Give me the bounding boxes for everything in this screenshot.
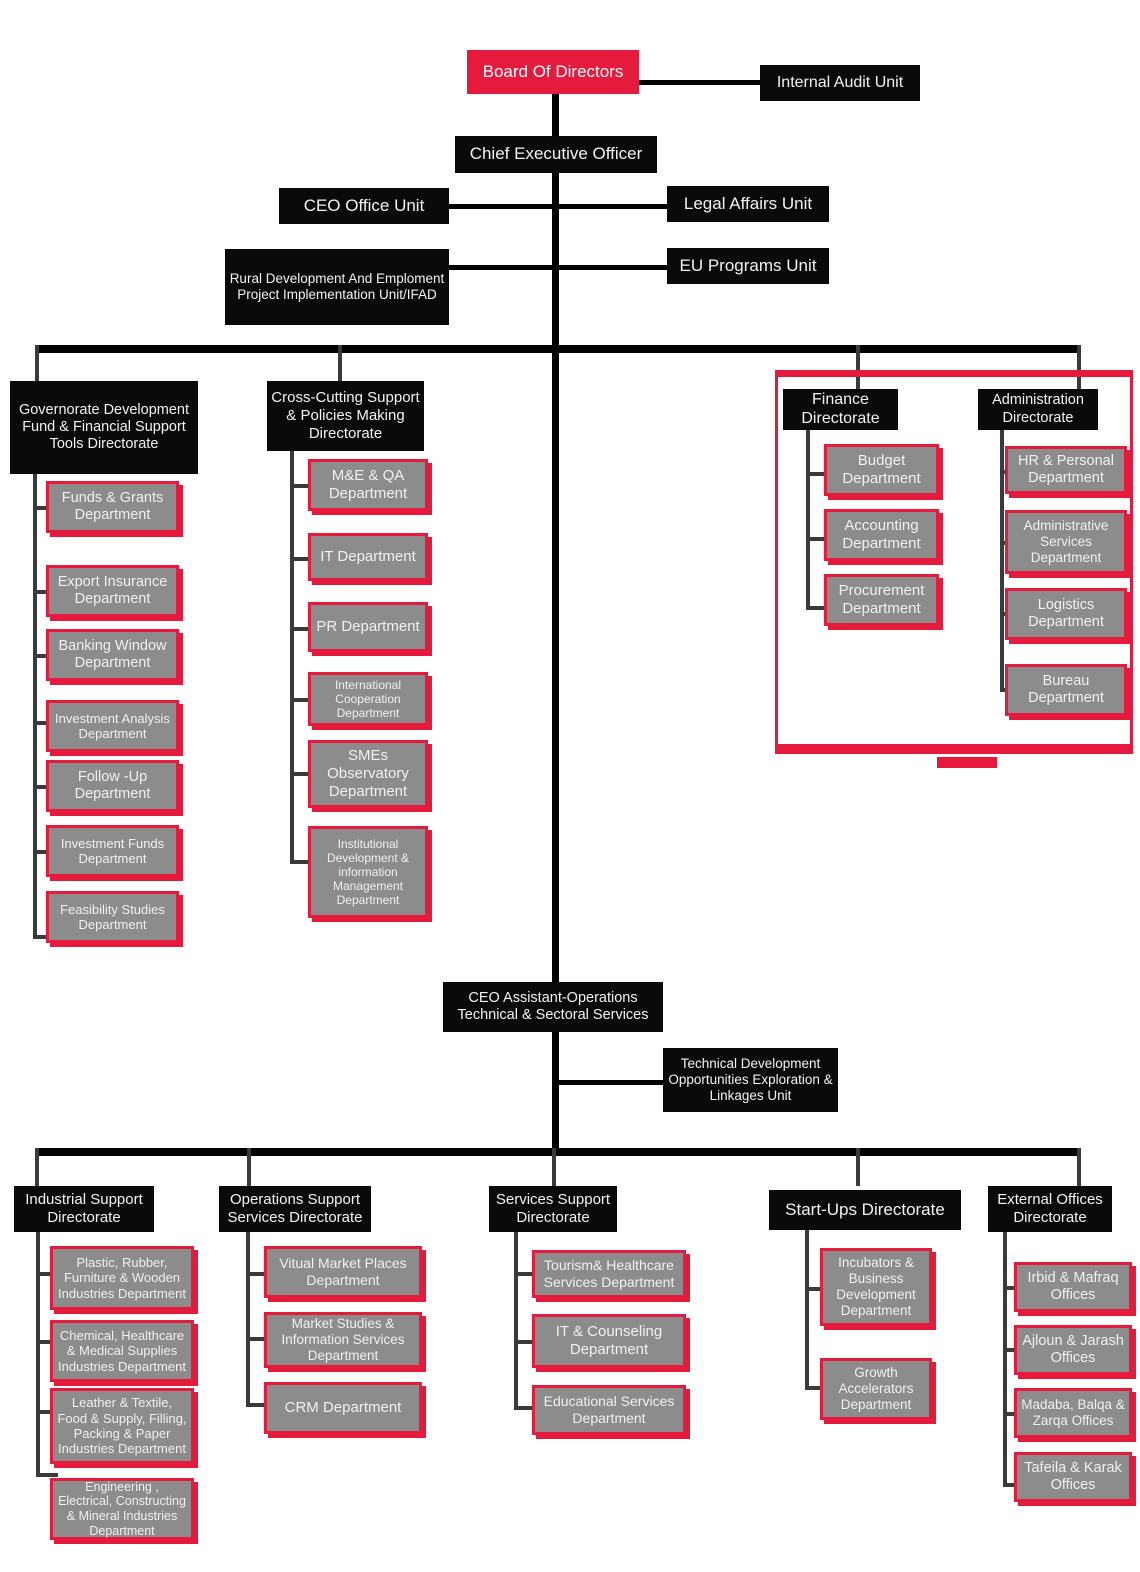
node-operations-support-directorate[interactable]: Operations Support Services Directorate bbox=[219, 1186, 371, 1232]
node-ceo-assistant-operations[interactable]: CEO Assistant-Operations Technical & Sec… bbox=[443, 982, 663, 1032]
node-rural-development-unit[interactable]: Rural Development And Emploment Project … bbox=[225, 249, 449, 325]
connector-rail-external bbox=[1003, 1232, 1007, 1487]
node-follow-up-department[interactable]: Follow -Up Department bbox=[46, 760, 179, 812]
connector-techdev bbox=[556, 1080, 670, 1085]
connector-spine-lower bbox=[552, 1030, 559, 1152]
node-investment-analysis-department[interactable]: Investment Analysis Department bbox=[46, 700, 179, 752]
connector-rail-operations bbox=[246, 1232, 250, 1407]
connector-spine-top bbox=[552, 93, 559, 348]
connector-drop-industrial bbox=[35, 1148, 39, 1186]
connector-rail-services bbox=[514, 1232, 518, 1410]
node-institutional-development-department[interactable]: Institutional Development & information … bbox=[308, 826, 428, 918]
node-leather-textile-department[interactable]: Leather & Textile, Food & Supply, Fillin… bbox=[50, 1388, 194, 1464]
node-legal-affairs-unit[interactable]: Legal Affairs Unit bbox=[667, 186, 829, 222]
node-board-of-directors[interactable]: Board Of Directors bbox=[467, 50, 639, 94]
node-tourism-healthcare-department[interactable]: Tourism& Healthcare Services Department bbox=[532, 1250, 686, 1298]
node-smes-observatory-department[interactable]: SMEs Observatory Department bbox=[308, 740, 428, 808]
finance-admin-group-tab bbox=[937, 757, 997, 768]
connector-rail-crosscutting bbox=[290, 451, 294, 863]
connector-drop-crosscutting bbox=[338, 345, 342, 381]
node-administrative-services-department[interactable]: Administrative Services Department bbox=[1005, 510, 1127, 574]
node-technical-development-unit[interactable]: Technical Development Opportunities Expl… bbox=[663, 1048, 838, 1112]
node-incubators-business-development-department[interactable]: Incubators & Business Development Depart… bbox=[820, 1248, 932, 1326]
node-irbid-mafraq-offices[interactable]: Irbid & Mafraq Offices bbox=[1014, 1262, 1132, 1312]
connector-rail-industrial bbox=[36, 1232, 40, 1477]
node-chemical-healthcare-department[interactable]: Chemical, Healthcare & Medical Supplies … bbox=[50, 1320, 194, 1382]
node-crosscutting-directorate[interactable]: Cross-Cutting Support & Policies Making … bbox=[267, 381, 424, 451]
connector-rail-startups bbox=[805, 1230, 809, 1390]
node-it-department[interactable]: IT Department bbox=[308, 533, 428, 581]
node-ceo-office-unit[interactable]: CEO Office Unit bbox=[279, 188, 449, 224]
node-feasibility-studies-department[interactable]: Feasibility Studies Department bbox=[46, 891, 179, 943]
node-startups-directorate[interactable]: Start-Ups Directorate bbox=[769, 1190, 961, 1230]
node-educational-services-department[interactable]: Educational Services Department bbox=[532, 1385, 686, 1435]
connector-board-internalaudit bbox=[636, 80, 764, 85]
node-accounting-department[interactable]: Accounting Department bbox=[824, 509, 939, 561]
node-international-cooperation-department[interactable]: International Cooperation Department bbox=[308, 672, 428, 726]
connector-stub-ind-4 bbox=[36, 1473, 58, 1477]
node-external-offices-directorate[interactable]: External Offices Directorate bbox=[988, 1186, 1112, 1232]
node-banking-window-department[interactable]: Banking Window Department bbox=[46, 629, 179, 681]
node-funds-grants-department[interactable]: Funds & Grants Department bbox=[46, 481, 179, 533]
node-tafeila-karak-offices[interactable]: Tafeila & Karak Offices bbox=[1014, 1452, 1132, 1502]
connector-rail-governorate bbox=[33, 474, 37, 938]
node-procurement-department[interactable]: Procurement Department bbox=[824, 574, 939, 626]
node-chief-executive-officer[interactable]: Chief Executive Officer bbox=[455, 136, 657, 173]
node-internal-audit-unit[interactable]: Internal Audit Unit bbox=[760, 65, 920, 101]
connector-drop-governorate bbox=[35, 345, 39, 381]
node-it-counseling-department[interactable]: IT & Counseling Department bbox=[532, 1314, 686, 1368]
node-budget-department[interactable]: Budget Department bbox=[824, 444, 939, 496]
connector-drop-external bbox=[1077, 1148, 1081, 1186]
node-hr-personal-department[interactable]: HR & Personal Department bbox=[1005, 446, 1127, 494]
connector-spine-middle bbox=[552, 348, 559, 986]
node-pr-department[interactable]: PR Department bbox=[308, 602, 428, 652]
connector-drop-services bbox=[552, 1148, 556, 1186]
node-governorate-directorate[interactable]: Governorate Development Fund & Financial… bbox=[10, 381, 198, 474]
node-virtual-market-places-department[interactable]: Vitual Market Places Department bbox=[264, 1246, 422, 1298]
connector-drop-startups bbox=[856, 1148, 860, 1186]
node-madaba-balqa-zarqa-offices[interactable]: Madaba, Balqa & Zarqa Offices bbox=[1014, 1388, 1132, 1438]
node-bureau-department[interactable]: Bureau Department bbox=[1005, 664, 1127, 716]
node-plastic-rubber-department[interactable]: Plastic, Rubber, Furniture & Wooden Indu… bbox=[50, 1246, 194, 1310]
node-services-support-directorate[interactable]: Services Support Directorate bbox=[489, 1186, 617, 1232]
node-ajloun-jarash-offices[interactable]: Ajloun & Jarash Offices bbox=[1014, 1325, 1132, 1375]
node-export-insurance-department[interactable]: Export Insurance Department bbox=[46, 565, 179, 617]
node-finance-directorate[interactable]: Finance Directorate bbox=[783, 389, 898, 430]
finance-admin-group-bottom-bar bbox=[775, 744, 1133, 754]
finance-admin-group-top-bar bbox=[775, 370, 1133, 377]
node-crm-department[interactable]: CRM Department bbox=[264, 1382, 422, 1434]
node-logistics-department[interactable]: Logistics Department bbox=[1005, 588, 1127, 640]
node-engineering-electrical-department[interactable]: Engineering , Electrical, Constructing &… bbox=[50, 1478, 194, 1540]
node-eu-programs-unit[interactable]: EU Programs Unit bbox=[667, 248, 829, 284]
node-me-qa-department[interactable]: M&E & QA Department bbox=[308, 459, 428, 511]
org-chart: Board Of Directors Internal Audit Unit C… bbox=[0, 0, 1140, 1572]
connector-lower-bus bbox=[35, 1148, 1081, 1156]
connector-drop-operations bbox=[247, 1148, 251, 1186]
node-market-studies-department[interactable]: Market Studies & Information Services De… bbox=[264, 1312, 422, 1368]
node-investment-funds-department[interactable]: Investment Funds Department bbox=[46, 825, 179, 877]
node-growth-accelerators-department[interactable]: Growth Accelerators Department bbox=[820, 1358, 932, 1420]
node-administration-directorate[interactable]: Administration Directorate bbox=[978, 389, 1098, 430]
node-industrial-support-directorate[interactable]: Industrial Support Directorate bbox=[14, 1186, 154, 1232]
